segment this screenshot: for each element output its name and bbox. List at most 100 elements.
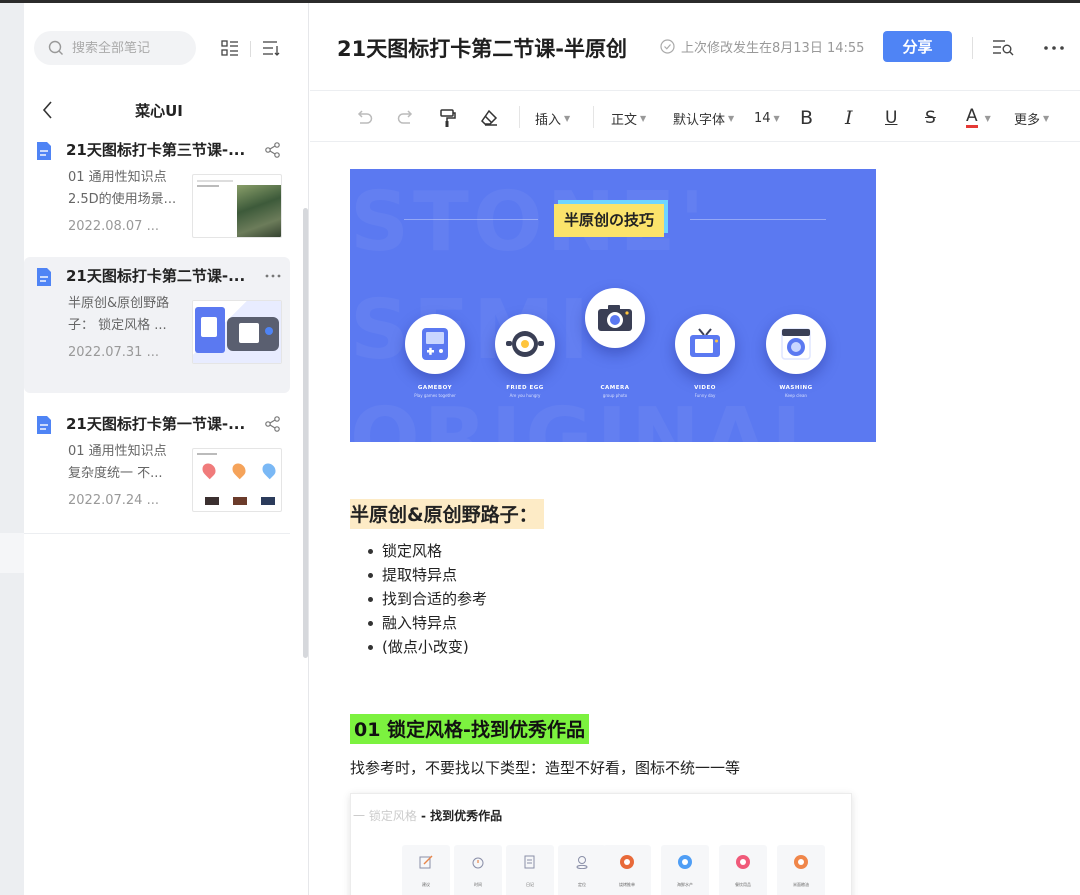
caret-down-icon: ▼ <box>564 113 571 123</box>
hero-subcaption: Funny day <box>694 393 716 398</box>
hero-subcaption: Play games together <box>414 393 456 398</box>
bold-icon: B <box>800 107 814 129</box>
eraser-icon <box>481 109 498 126</box>
screenshot-label: 建议 <box>422 882 430 887</box>
note-item-active[interactable]: 21天图标打卡第二节课-... 半原创&原创野路 子： 锁定风格 ... 202… <box>24 257 290 393</box>
list-item: 找到合适的参考 <box>368 587 487 611</box>
note-excerpt-line: 子： 锁定风格 ... <box>68 318 167 333</box>
note-title: 21天图标打卡第一节课-... <box>66 415 246 433</box>
note-list-panel: 菜心UI 21天图标打卡第三节课-... 01 通用性知识点 2.5D的使用场景… <box>24 3 308 895</box>
share-icon[interactable] <box>264 415 282 433</box>
note-date: 2022.07.31 ... <box>68 345 159 360</box>
caret-down-icon: ▼ <box>1043 113 1050 123</box>
screenshot-card: 时间 <box>454 845 502 895</box>
paragraph-style-label: 正文 <box>611 112 638 128</box>
gameboy-icon <box>405 314 465 374</box>
format-painter-button[interactable] <box>438 107 458 129</box>
note-thumbnail <box>192 448 282 512</box>
share-icon[interactable] <box>264 141 282 159</box>
hero-caption: CAMERA <box>600 385 630 391</box>
more-format-label: 更多 <box>1014 112 1041 128</box>
note-date: 2022.07.24 ... <box>68 493 159 508</box>
outline-search-button[interactable] <box>991 36 1015 58</box>
document-header: 21天图标打卡第二节课-半原创 上次修改发生在8月13日 14:55 分享 <box>310 3 1080 91</box>
document-icon <box>37 416 51 434</box>
fried-egg-icon <box>495 314 555 374</box>
caret-down-icon: ▼ <box>984 113 991 123</box>
undo-button[interactable] <box>354 107 374 129</box>
insert-dropdown[interactable]: 插入 ▼ <box>535 107 570 129</box>
search-input[interactable] <box>72 40 182 56</box>
section-heading: 半原创&原创野路子： <box>350 499 544 529</box>
sidebar-left-strip <box>0 3 24 895</box>
sort-icon <box>263 41 280 56</box>
share-button[interactable]: 分享 <box>883 31 952 62</box>
note-excerpt-line: 半原创&原创野路 <box>68 296 170 311</box>
insert-label: 插入 <box>535 112 562 128</box>
screenshot-card: 餐饮用品 <box>719 845 767 895</box>
editor-toolbar: 插入 ▼ 正文 ▼ 默认字体 ▼ 14 ▼ B I U S A ▼ 更多 ▼ <box>310 92 1080 142</box>
more-options-icon[interactable] <box>264 267 282 285</box>
search-box[interactable] <box>34 31 196 65</box>
list-view-icon <box>221 40 238 56</box>
caret-down-icon: ▼ <box>640 113 647 123</box>
bullet-list: 锁定风格 提取特异点 找到合适的参考 融入特异点 (做点小改变) <box>368 539 487 659</box>
screenshot-label: 烧烤推单 <box>619 882 635 887</box>
bold-button[interactable]: B <box>800 107 813 129</box>
caret-down-icon: ▼ <box>728 113 735 123</box>
note-item[interactable]: 21天图标打卡第一节课-... 01 通用性知识点 复杂度统一 不... 202… <box>24 405 290 541</box>
note-thumbnail <box>192 300 282 364</box>
outline-search-icon <box>993 40 1014 56</box>
underline-button[interactable]: U <box>885 107 897 129</box>
font-family-dropdown[interactable]: 默认字体 ▼ <box>673 107 734 129</box>
paragraph-style-dropdown[interactable]: 正文 ▼ <box>611 107 646 129</box>
note-excerpt: 半原创&原创野路 子： 锁定风格 ... <box>68 293 184 337</box>
sidebar: 菜心UI 21天图标打卡第三节课-... 01 通用性知识点 2.5D的使用场景… <box>0 3 309 895</box>
format-painter-icon <box>440 109 456 127</box>
notebook-icon <box>524 855 535 869</box>
list-separator <box>24 533 290 534</box>
toolbar-separator <box>593 106 594 128</box>
text-color-dropdown[interactable]: A ▼ <box>966 107 991 129</box>
bbq-icon <box>620 855 634 869</box>
note-excerpt-line: 复杂度统一 不... <box>68 466 163 481</box>
strikethrough-icon: S <box>925 108 936 128</box>
list-item: 融入特异点 <box>368 611 487 635</box>
sort-button[interactable] <box>261 38 281 58</box>
toolbar-divider <box>250 41 251 57</box>
note-excerpt: 01 通用性知识点 2.5D的使用场景... <box>68 167 184 211</box>
screenshot-card: 日记 <box>506 845 554 895</box>
strikethrough-button[interactable]: S <box>925 107 936 129</box>
hero-caption: WASHING <box>779 385 813 391</box>
document-body[interactable]: STONE' SEMI- ORIGINAL 半原创の技巧 GAMEBOY Pla… <box>310 143 1080 895</box>
list-item: 提取特异点 <box>368 563 487 587</box>
view-mode-button[interactable] <box>220 38 240 58</box>
hero-divider-right <box>690 219 826 220</box>
scrollbar[interactable] <box>303 208 308 658</box>
note-excerpt-line: 01 通用性知识点 <box>68 170 167 185</box>
italic-button[interactable]: I <box>845 107 853 129</box>
caret-down-icon: ▼ <box>773 113 780 123</box>
screenshot-card: 米面粮油 <box>777 845 825 895</box>
screenshot-label: 海鲜水产 <box>677 882 693 887</box>
saved-status-text: 上次修改发生在8月13日 14:55 <box>681 41 865 56</box>
screenshot-label: 米面粮油 <box>793 882 809 887</box>
font-family-label: 默认字体 <box>673 112 726 128</box>
note-thumbnail <box>192 174 282 238</box>
text-color-icon: A <box>966 106 978 128</box>
note-item[interactable]: 21天图标打卡第三节课-... 01 通用性知识点 2.5D的使用场景... 2… <box>24 131 290 267</box>
screenshot-card: 建议 <box>402 845 450 895</box>
clear-format-button[interactable] <box>479 107 499 129</box>
screenshot-label: 日记 <box>526 882 534 887</box>
hero-caption: GAMEBOY <box>417 385 453 391</box>
more-button[interactable] <box>1042 36 1066 58</box>
screenshot-label: 定位 <box>578 882 586 887</box>
screenshot-card: 烧烤推单 <box>603 845 651 895</box>
hero-label: 半原创の技巧 <box>554 204 665 237</box>
redo-button[interactable] <box>396 107 416 129</box>
hero-divider-left <box>404 219 538 220</box>
toolbar-separator <box>519 106 520 128</box>
screenshot-title-bold: - 找到优秀作品 <box>416 809 503 823</box>
font-size-dropdown[interactable]: 14 ▼ <box>754 107 780 129</box>
more-format-dropdown[interactable]: 更多 ▼ <box>1014 107 1049 129</box>
